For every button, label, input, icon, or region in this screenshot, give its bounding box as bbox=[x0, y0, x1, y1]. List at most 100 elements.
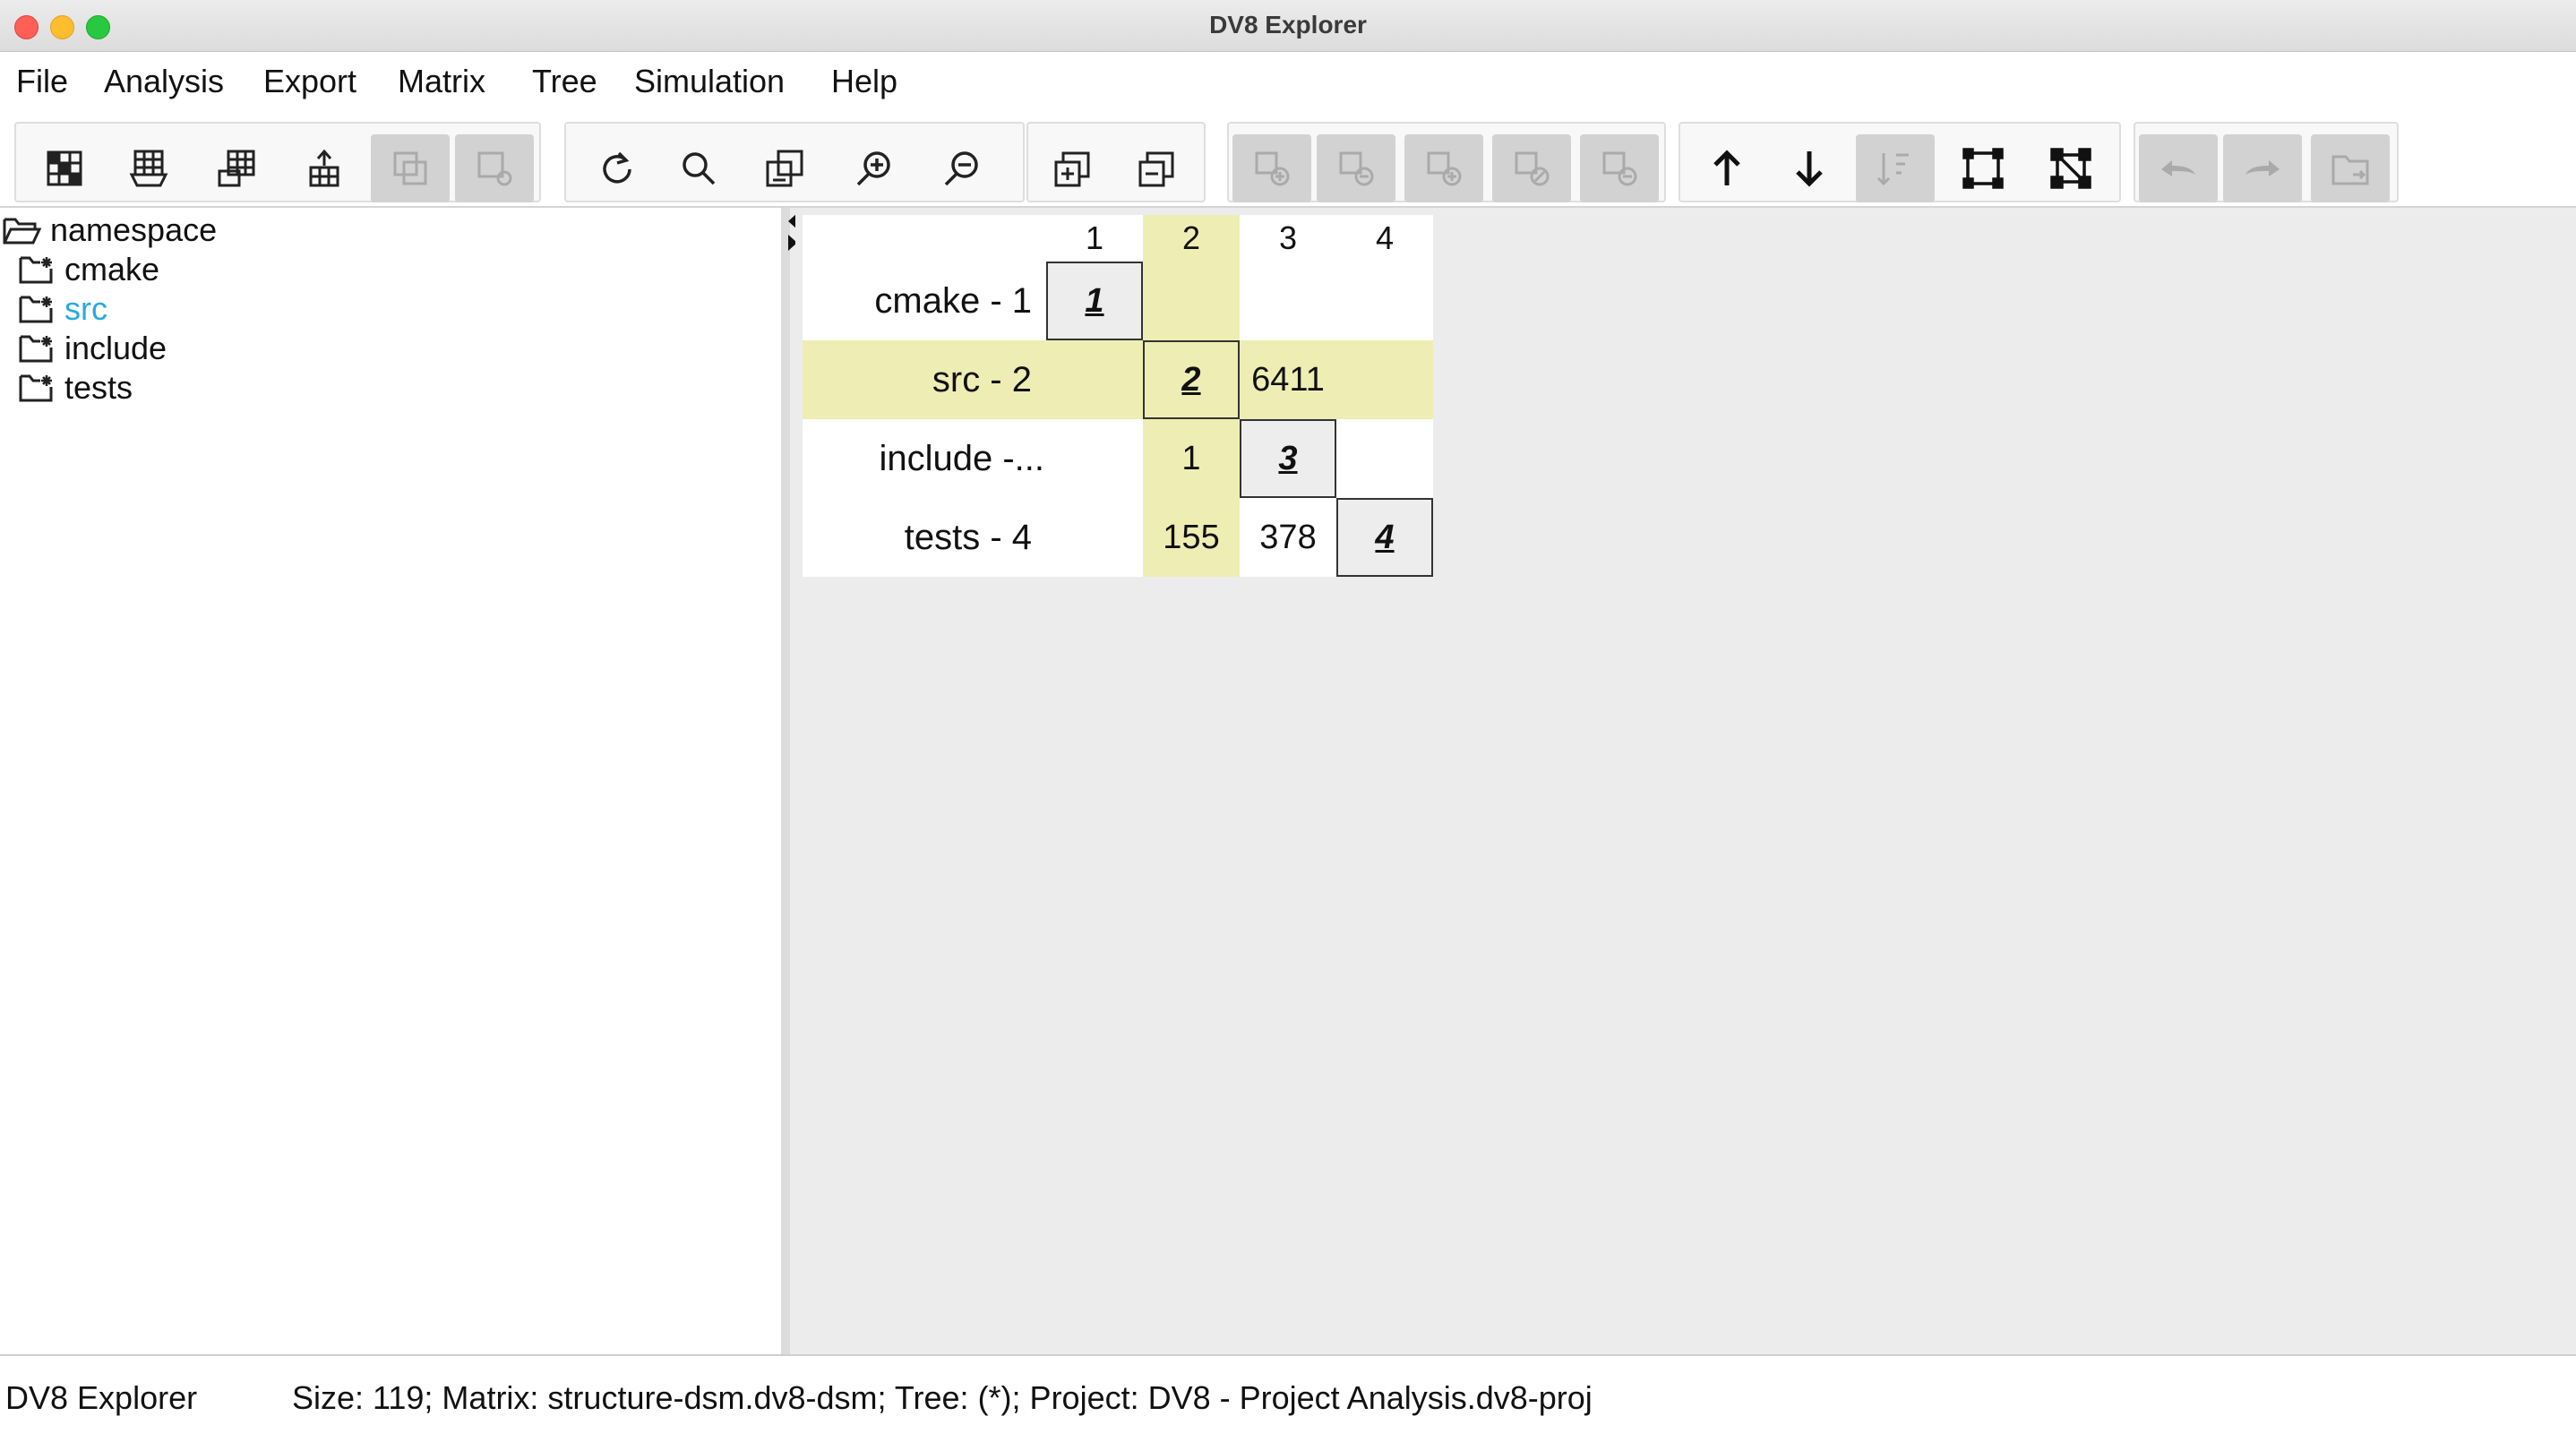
column-header[interactable]: 4 bbox=[1336, 215, 1433, 262]
matrix-disabled-button[interactable] bbox=[371, 134, 450, 202]
network-graph-button[interactable] bbox=[2031, 134, 2110, 202]
row-header[interactable]: include -... bbox=[803, 419, 1046, 498]
column-header[interactable]: 3 bbox=[1240, 215, 1336, 262]
matrix-cell[interactable] bbox=[1240, 262, 1336, 340]
matrix-cell[interactable] bbox=[1046, 498, 1143, 577]
matrix-cell[interactable] bbox=[1143, 262, 1240, 340]
matrix-settings-button[interactable] bbox=[455, 134, 534, 202]
move-down-button[interactable] bbox=[1770, 134, 1849, 202]
menu-help[interactable]: Help bbox=[831, 63, 897, 100]
remove-node-button[interactable] bbox=[1317, 134, 1395, 202]
open-matrix-icon bbox=[129, 150, 168, 187]
toolbar-group-order bbox=[1679, 122, 2121, 202]
tree-root[interactable]: namespace bbox=[2, 211, 217, 249]
expand-all-icon bbox=[1054, 151, 1090, 187]
matrix-cell[interactable]: 378 bbox=[1240, 498, 1336, 577]
expand-all-button[interactable] bbox=[1034, 134, 1112, 202]
collapse-all-button[interactable] bbox=[1118, 134, 1197, 202]
tree-root-label: namespace bbox=[50, 211, 218, 248]
status-info: Size: 119; Matrix: structure-dsm.dv8-dsm… bbox=[292, 1379, 1593, 1416]
menu-export[interactable]: Export bbox=[263, 63, 356, 100]
matrix-cell[interactable] bbox=[1336, 419, 1433, 498]
matrix-cell[interactable]: 3 bbox=[1240, 419, 1336, 498]
stack-matrix-icon bbox=[218, 150, 255, 187]
folder-link-icon bbox=[2331, 155, 2369, 185]
tree-item-tests[interactable]: tests bbox=[18, 369, 133, 407]
matrix-cell[interactable]: 1 bbox=[1143, 419, 1240, 498]
dsm-matrix-area: 1 2 3 4 cmake - 1 1 src - 2 2 6411 inclu… bbox=[795, 208, 2576, 1354]
tree-item-src[interactable]: src bbox=[18, 290, 107, 328]
title-bar: DV8 Explorer bbox=[0, 0, 2576, 52]
search-button[interactable] bbox=[659, 134, 738, 202]
fit-view-button[interactable] bbox=[745, 134, 824, 202]
matrix-cell[interactable] bbox=[1046, 419, 1143, 498]
undo-icon bbox=[2161, 160, 2195, 176]
delete-group-icon bbox=[1602, 151, 1637, 186]
row-header[interactable]: tests - 4 bbox=[803, 498, 1046, 577]
arrow-up-icon bbox=[1713, 150, 1740, 185]
menu-file[interactable]: File bbox=[16, 63, 68, 100]
matrix-cell[interactable] bbox=[1046, 340, 1143, 419]
add-group-button[interactable] bbox=[1404, 134, 1483, 202]
edit-group-button[interactable] bbox=[1492, 134, 1571, 202]
tree-item-include[interactable]: include bbox=[18, 330, 167, 367]
matrix-disabled-icon bbox=[393, 151, 427, 185]
move-up-button[interactable] bbox=[1687, 134, 1766, 202]
export-matrix-button[interactable] bbox=[285, 134, 364, 202]
toolbar-group-view bbox=[564, 122, 1025, 202]
undo-button[interactable] bbox=[2139, 134, 2218, 202]
matrix-cell[interactable]: 2 bbox=[1143, 340, 1240, 419]
column-header[interactable]: 1 bbox=[1046, 215, 1143, 262]
add-group-icon bbox=[1427, 151, 1462, 186]
refresh-button[interactable] bbox=[577, 134, 656, 202]
matrix-cell[interactable] bbox=[1336, 340, 1433, 419]
add-node-button[interactable] bbox=[1232, 134, 1311, 202]
stack-matrix-button[interactable] bbox=[197, 134, 276, 202]
matrix-cell[interactable]: 6411 bbox=[1240, 340, 1336, 419]
redo-icon bbox=[2245, 160, 2280, 176]
menu-matrix[interactable]: Matrix bbox=[398, 63, 485, 100]
matrix-settings-icon bbox=[477, 151, 512, 186]
menu-tree[interactable]: Tree bbox=[532, 63, 597, 100]
toolbar-group-matrix bbox=[14, 122, 541, 202]
matrix-cell[interactable]: 1 bbox=[1046, 262, 1143, 340]
open-matrix-button[interactable] bbox=[109, 134, 188, 202]
tree-item-label: tests bbox=[64, 369, 133, 406]
zoom-out-button[interactable] bbox=[923, 134, 1001, 202]
folder-star-icon bbox=[19, 335, 53, 363]
folder-star-icon bbox=[19, 256, 53, 284]
redo-button[interactable] bbox=[2223, 134, 2302, 202]
status-bar: DV8 Explorer Size: 119; Matrix: structur… bbox=[0, 1354, 2576, 1442]
tree-item-label: include bbox=[64, 330, 167, 366]
folder-star-icon bbox=[19, 296, 53, 323]
toolbar-group-edit bbox=[1227, 122, 1666, 202]
column-header[interactable]: 2 bbox=[1143, 215, 1240, 262]
tree-item-label: cmake bbox=[64, 251, 160, 288]
folder-star-icon bbox=[19, 374, 53, 402]
edit-group-icon bbox=[1515, 151, 1550, 186]
arrow-down-icon bbox=[1796, 151, 1823, 187]
matrix-cell[interactable]: 155 bbox=[1143, 498, 1240, 577]
zoom-out-icon bbox=[944, 151, 978, 186]
export-matrix-icon bbox=[309, 149, 339, 187]
menu-simulation[interactable]: Simulation bbox=[634, 63, 785, 100]
sort-tree-button[interactable] bbox=[1856, 134, 1935, 202]
zoom-in-icon bbox=[856, 151, 890, 186]
matrix-cell[interactable] bbox=[1336, 262, 1433, 340]
grid-matrix-button[interactable] bbox=[25, 134, 104, 202]
delete-group-button[interactable] bbox=[1580, 134, 1659, 202]
row-header[interactable]: cmake - 1 bbox=[803, 262, 1046, 340]
matrix-cell[interactable]: 4 bbox=[1336, 498, 1433, 577]
row-header[interactable]: src - 2 bbox=[803, 340, 1046, 419]
window-title: DV8 Explorer bbox=[1209, 11, 1367, 39]
tree-item-cmake[interactable]: cmake bbox=[18, 251, 159, 288]
toolbar bbox=[0, 115, 2576, 208]
zoom-in-button[interactable] bbox=[835, 134, 914, 202]
menu-analysis[interactable]: Analysis bbox=[104, 63, 224, 100]
select-region-button[interactable] bbox=[1944, 134, 2022, 202]
search-icon bbox=[683, 152, 716, 185]
sort-tree-icon bbox=[1876, 153, 1909, 186]
status-app-name: DV8 Explorer bbox=[5, 1379, 198, 1416]
folder-link-button[interactable] bbox=[2311, 134, 2390, 202]
fit-view-icon bbox=[766, 150, 803, 187]
